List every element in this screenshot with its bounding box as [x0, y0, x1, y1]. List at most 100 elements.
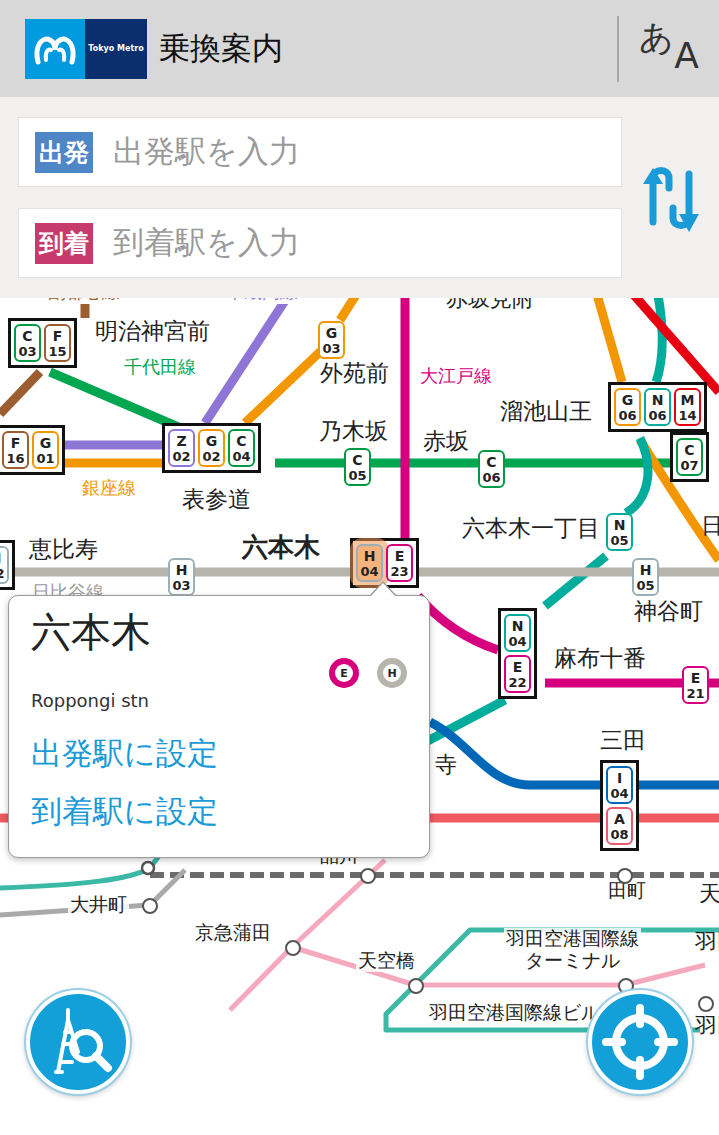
station-name[interactable]: 神谷町 — [632, 598, 705, 626]
station-search-button[interactable] — [26, 990, 130, 1094]
station-code-badge: N05 — [606, 513, 633, 551]
station-marker[interactable]: Z02G02C04 — [162, 423, 261, 473]
to-tag: 到着 — [35, 223, 93, 264]
map-text: 羽田 — [695, 927, 719, 957]
station-code-badge: E22 — [504, 655, 531, 693]
station-name[interactable]: 外苑前 — [318, 360, 391, 388]
to-field[interactable]: 到着到着駅を入力 — [18, 208, 622, 278]
popup-title: 六本木 — [31, 608, 407, 656]
station-name[interactable]: 赤坂 — [421, 428, 471, 456]
app-title: 乗換案内 — [159, 28, 617, 70]
station-marker[interactable]: N04E22 — [498, 608, 537, 699]
station-code-badge: C04 — [228, 429, 255, 467]
station-marker[interactable]: C06 — [478, 450, 505, 488]
station-code-badge: A08 — [606, 807, 633, 845]
rail-line — [0, 870, 185, 915]
station-code-badge: Z02 — [168, 429, 195, 467]
rail-line — [0, 270, 719, 560]
station-code-badge: M14 — [674, 388, 701, 426]
popup-action[interactable]: 出発駅に設定 — [31, 725, 407, 783]
tower-search-icon — [38, 1002, 118, 1082]
station-marker[interactable]: N05 — [606, 513, 633, 551]
swap-button[interactable] — [622, 117, 719, 278]
station-marker[interactable]: C07 — [670, 432, 709, 482]
station-code-badge: N04 — [504, 614, 531, 652]
map-text: 日 — [701, 511, 719, 541]
to-placeholder: 到着駅を入力 — [113, 222, 300, 264]
station-name[interactable]: 羽田空港国際線 ターミナル — [504, 928, 641, 972]
map-text: 寺 — [435, 750, 457, 780]
station-name[interactable]: 京急蒲田 — [193, 922, 273, 944]
metro-mark-icon — [25, 19, 85, 79]
station-code-badge: C03 — [14, 324, 41, 362]
station-name[interactable]: 六本木一丁目 — [460, 515, 602, 543]
station-code-badge: E21 — [682, 666, 709, 704]
from-field[interactable]: 出発出発駅を入力 — [18, 117, 622, 187]
station-name[interactable]: 表参道 — [180, 486, 253, 514]
current-location-button[interactable] — [588, 990, 692, 1094]
rail-line — [430, 722, 719, 785]
popup-subtitle: Roppongi stn — [31, 690, 407, 711]
station-code-badge: H03 — [168, 558, 195, 596]
swap-icon — [639, 158, 703, 238]
station-code-badge: C06 — [478, 450, 505, 488]
station-code-badge: F15 — [44, 324, 71, 362]
line-label: 大江戸線 — [418, 364, 494, 388]
station-marker[interactable]: G03 — [318, 321, 345, 359]
station-name[interactable]: 明治神宮前 — [93, 318, 212, 346]
station-marker[interactable]: F16G01 — [0, 425, 65, 475]
font-button[interactable]: あA — [617, 16, 719, 82]
map-text: 羽田 — [695, 1011, 719, 1041]
station-code-badge: I04 — [606, 766, 633, 804]
station-dot-icon — [142, 862, 154, 874]
station-name[interactable]: 三田 — [598, 727, 648, 755]
station-code-badge: F16 — [2, 431, 29, 469]
station-code-badge: N06 — [644, 388, 671, 426]
station-dot-icon[interactable] — [142, 898, 158, 914]
station-code-badge: G02 — [198, 429, 225, 467]
station-name[interactable]: 天空橋 — [356, 950, 417, 972]
from-placeholder: 出発駅を入力 — [113, 131, 300, 173]
popup-action[interactable]: 到着駅に設定 — [31, 783, 407, 841]
station-marker[interactable]: G06N06M14 — [608, 382, 707, 432]
station-dot-icon[interactable] — [360, 868, 376, 884]
station-code-badge: H02 — [0, 546, 9, 584]
station-code-badge: G06 — [614, 388, 641, 426]
station-code-badge: G03 — [318, 321, 345, 359]
station-dot-icon[interactable] — [408, 978, 424, 994]
station-dot-icon[interactable] — [285, 940, 301, 956]
station-name[interactable]: 大井町 — [68, 894, 129, 916]
station-dot-icon[interactable] — [617, 868, 633, 884]
station-code-badge: G01 — [32, 431, 59, 469]
station-code-badge: C05 — [344, 448, 371, 486]
station-popup: 六本木EHRoppongi stn 出発駅に設定到着駅に設定 — [8, 595, 430, 858]
station-marker[interactable]: H02 — [0, 540, 15, 590]
station-marker[interactable]: H05 — [632, 558, 659, 596]
station-marker[interactable]: H03 — [168, 558, 195, 596]
station-code-badge: H04 — [356, 544, 383, 582]
station-name[interactable]: 恵比寿 — [27, 536, 100, 564]
station-dot-icon[interactable] — [698, 996, 714, 1012]
line-mark-icon: E — [329, 658, 359, 688]
tokyo-metro-logo: Tokyo Metro — [25, 19, 147, 79]
map-text: 天 — [699, 879, 719, 909]
header: Tokyo Metro乗換案内あA出発出発駅を入力到着到着駅を入力 — [0, 0, 719, 298]
rail-line — [420, 270, 662, 745]
station-marker[interactable]: C05 — [344, 448, 371, 486]
rail-line — [150, 872, 719, 878]
search-panel: 出発出発駅を入力到着到着駅を入力 — [0, 97, 719, 298]
station-name[interactable]: 羽田空港国際線ビル — [427, 1002, 602, 1024]
line-mark-icon: H — [377, 658, 407, 688]
title-bar: Tokyo Metro 乗換案内あA — [0, 0, 719, 97]
crosshair-icon — [600, 1002, 680, 1082]
station-name[interactable]: 六本木 — [240, 532, 322, 563]
station-name[interactable]: 麻布十番 — [552, 645, 648, 673]
line-label: 銀座線 — [80, 476, 138, 500]
station-code-badge: H05 — [632, 558, 659, 596]
station-code-badge: C07 — [676, 438, 703, 476]
station-marker[interactable]: C03F15 — [8, 318, 77, 368]
station-name[interactable]: 乃木坂 — [317, 418, 390, 446]
station-marker[interactable]: E21 — [682, 666, 709, 704]
station-marker[interactable]: I04A08 — [600, 760, 639, 851]
station-name[interactable]: 溜池山王 — [498, 398, 594, 426]
